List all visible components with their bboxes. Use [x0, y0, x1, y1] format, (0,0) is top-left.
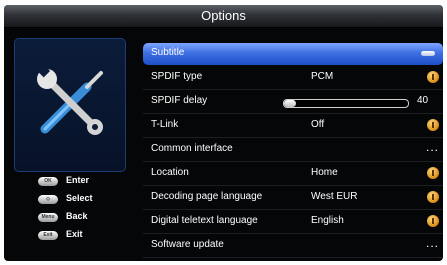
menu-item-location[interactable]: Location Home: [143, 163, 443, 186]
exit-key-icon: Exit: [38, 231, 58, 240]
menu-item-digital-teletext-language[interactable]: Digital teletext language English: [143, 211, 443, 234]
window-title: Options: [201, 8, 246, 23]
menu-item-subtitle[interactable]: Subtitle: [143, 43, 443, 65]
ok-key-icon: OK: [38, 177, 58, 186]
menu-item-label: SPDIF type: [151, 71, 203, 82]
info-icon[interactable]: [427, 71, 439, 83]
legend-back: Menu Back: [18, 211, 128, 225]
legend-label: Exit: [66, 229, 83, 239]
menu-item-value: 40: [417, 95, 429, 106]
legend-select: ◇ Select: [18, 193, 128, 207]
legend-label: Select: [66, 193, 93, 203]
more-icon: ...: [425, 140, 439, 154]
spdif-delay-slider[interactable]: [283, 99, 409, 108]
menu-item-label: SPDIF delay: [151, 95, 208, 106]
menu-item-label: Common interface: [151, 143, 233, 154]
menu-item-common-interface[interactable]: Common interface ...: [143, 139, 443, 162]
settings-icon-panel: [14, 38, 126, 172]
menu-item-software-update[interactable]: Software update ...: [143, 235, 443, 258]
info-icon[interactable]: [427, 167, 439, 179]
legend-label: Enter: [66, 175, 90, 185]
menu-item-t-link[interactable]: T-Link Off: [143, 115, 443, 138]
menu-item-label: Decoding page language: [151, 191, 263, 202]
menu-item-label: Software update: [151, 239, 224, 250]
menu-key-icon: Menu: [38, 213, 58, 222]
tools-icon: [37, 64, 103, 135]
menu-item-value: Home: [311, 167, 338, 178]
navigation-key-icon: ◇: [38, 195, 58, 204]
slider-fill: [284, 100, 297, 107]
info-icon[interactable]: [427, 191, 439, 203]
menu-item-spdif-type[interactable]: SPDIF type PCM: [143, 67, 443, 90]
menu-item-label: Digital teletext language: [151, 215, 258, 226]
selection-pill-icon: [421, 51, 435, 56]
menu-item-value: PCM: [311, 71, 334, 82]
menu-item-label: Subtitle: [151, 47, 185, 58]
menu-item-spdif-delay[interactable]: SPDIF delay 40: [143, 91, 443, 114]
title-bar: Options: [4, 5, 443, 28]
info-icon[interactable]: [427, 215, 439, 227]
legend-exit: Exit Exit: [18, 229, 128, 243]
legend-label: Back: [66, 211, 88, 221]
menu-item-value: Off: [311, 119, 325, 130]
info-icon[interactable]: [427, 119, 439, 131]
menu-item-label: T-Link: [151, 119, 179, 130]
menu-item-label: Location: [151, 167, 189, 178]
menu-item-value: English: [311, 215, 344, 226]
menu-item-value: West EUR: [311, 191, 358, 202]
legend-enter: OK Enter: [18, 175, 128, 189]
menu-item-decoding-page-language[interactable]: Decoding page language West EUR: [143, 187, 443, 210]
more-icon: ...: [425, 236, 439, 250]
options-window: Options OK Enter ◇ Select Menu Back Exit…: [4, 5, 443, 261]
